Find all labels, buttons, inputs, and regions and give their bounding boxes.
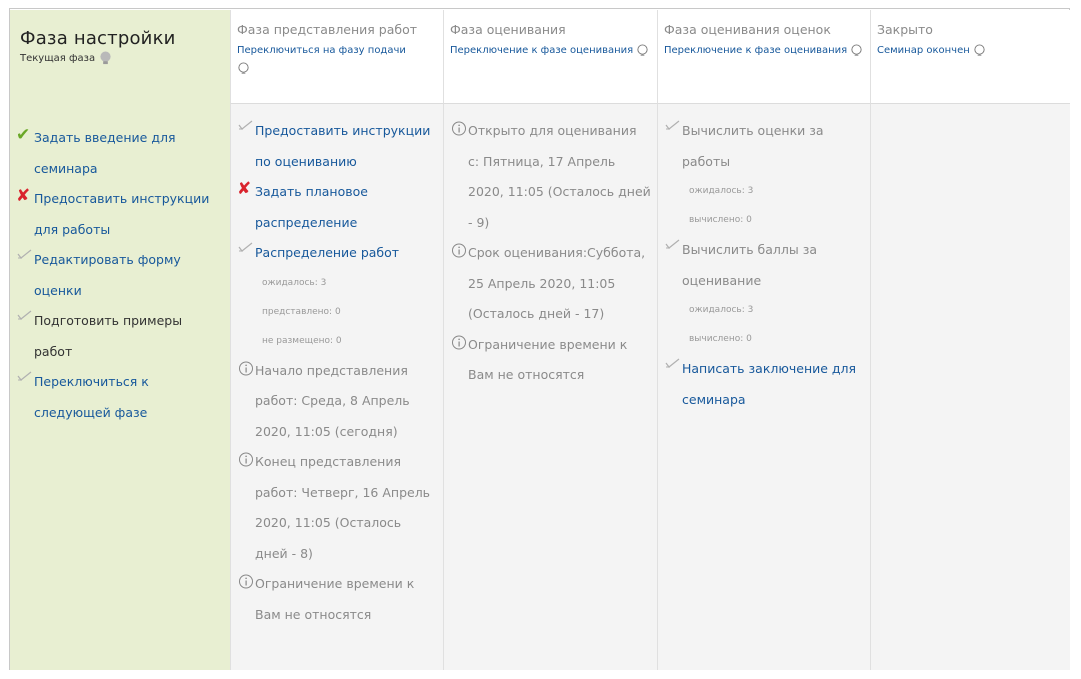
todo-check-icon [238, 120, 253, 130]
task-text: Вычислить баллы за оценивание [682, 242, 818, 288]
info-icon [452, 335, 466, 349]
info-item: Конец представления работ: Четверг, 16 А… [237, 447, 437, 569]
phase-title: Закрыто [877, 22, 933, 37]
checkmark-icon: ✔ [16, 125, 31, 145]
lightbulb-icon[interactable] [973, 43, 986, 57]
info-icon [452, 243, 466, 258]
task-item[interactable]: ✘ Задать плановое распределение [237, 177, 437, 238]
phase-evaluation: Фаза оценивания оценок Переключение к фа… [657, 10, 870, 670]
lightbulb-icon[interactable] [850, 43, 863, 57]
switch-phase-link[interactable]: Семинар окончен [877, 42, 1064, 60]
info-item: Срок оценивания:Суббота, 25 Апрель 2020,… [450, 238, 651, 330]
task-item[interactable]: Редактировать форму оценки [16, 245, 224, 306]
cross-icon: ✘ [237, 179, 252, 199]
todo-check-icon [17, 371, 32, 381]
todo-check-icon [665, 239, 680, 249]
phase-evaluation-tasks: Вычислить оценки за работы ожидалось: 3 … [657, 103, 870, 670]
todo-check-icon [238, 242, 253, 252]
info-text: Открыто для оценивания с: Пятница, 17 Ап… [468, 123, 651, 230]
phase-title: Фаза оценивания оценок [664, 22, 831, 37]
lightbulb-icon[interactable] [636, 43, 649, 57]
current-phase-row: Текущая фаза [20, 51, 224, 66]
task-detail: ожидалось: 3 [689, 186, 754, 196]
todo-check-icon [665, 358, 680, 368]
task-link[interactable]: Редактировать форму оценки [34, 245, 224, 306]
info-text: Срок оценивания:Суббота, 25 Апрель 2020,… [468, 245, 646, 321]
task-item[interactable]: ✔ Задать введение для семинара [16, 123, 224, 184]
task-text: Вычислить оценки за работы [682, 123, 824, 169]
phase-closed-header: Закрыто Семинар окончен [870, 10, 1070, 103]
switch-phase-label[interactable]: Переключение к фазе оценивания [664, 45, 847, 56]
todo-check-icon [665, 120, 680, 130]
phase-title: Фаза представления работ [237, 22, 418, 37]
phase-assessment-info: Открыто для оценивания с: Пятница, 17 Ап… [443, 103, 657, 670]
phase-closed: Закрыто Семинар окончен [870, 10, 1070, 670]
task-text: Подготовить примеры работ [34, 313, 183, 359]
task-detail: вычислено: 0 [689, 334, 752, 344]
task-detail: не размещено: 0 [262, 335, 342, 346]
switch-phase-label[interactable]: Семинар окончен [877, 45, 970, 56]
phase-assessment-header: Фаза оценивания Переключение к фазе оцен… [443, 10, 657, 103]
task-item[interactable]: ✘ Предоставить инструкции для работы [16, 184, 224, 245]
task-detail: ожидалось: 3 [262, 277, 327, 288]
task-item[interactable]: Распределение работ [237, 238, 437, 269]
cross-icon: ✘ [16, 186, 31, 206]
switch-phase-label[interactable]: Переключение к фазе оценивания [450, 45, 633, 56]
task-detail: представлено: 0 [262, 306, 341, 317]
switch-phase-link[interactable]: Переключение к фазе оценивания [664, 42, 864, 60]
info-text: Ограничение времени к Вам не относятся [468, 336, 628, 383]
info-text: Ограничение времени к Вам не относятся [255, 576, 415, 622]
task-item[interactable]: Предоставить инструкции по оцениванию [237, 116, 437, 177]
task-detail: вычислено: 0 [689, 215, 752, 225]
phase-closed-tasks [870, 103, 1070, 670]
phase-evaluation-header: Фаза оценивания оценок Переключение к фа… [657, 10, 870, 103]
task-link[interactable]: Задать введение для семинара [34, 123, 224, 184]
task-link[interactable]: Распределение работ [255, 238, 399, 269]
todo-check-icon [17, 249, 32, 259]
phase-submission-tasks: Предоставить инструкции по оцениванию ✘ … [230, 103, 443, 670]
info-item: Открыто для оценивания с: Пятница, 17 Ап… [450, 116, 651, 238]
switch-phase-link[interactable]: Переключиться на фазу подачи [237, 42, 437, 78]
task-detail: ожидалось: 3 [689, 305, 754, 315]
info-icon [239, 361, 253, 375]
info-item: Ограничение времени к Вам не относятся [450, 330, 651, 391]
info-icon [239, 574, 253, 589]
phase-title: Фаза оценивания [450, 22, 566, 37]
switch-phase-link[interactable]: Переключение к фазе оценивания [450, 42, 651, 60]
task-item: Вычислить оценки за работы [664, 116, 864, 177]
workshop-phases: Фаза настройки Текущая фаза ✔ Задать вве… [10, 10, 1070, 670]
phase-setup: Фаза настройки Текущая фаза ✔ Задать вве… [10, 10, 230, 670]
task-item[interactable]: Написать заключение для семинара [664, 354, 864, 415]
task-link[interactable]: Задать плановое распределение [255, 177, 437, 238]
current-phase-label: Текущая фаза [20, 53, 96, 64]
task-item[interactable]: Переключиться к следующей фазе [16, 367, 224, 428]
lightbulb-icon[interactable] [237, 61, 250, 75]
phase-assessment: Фаза оценивания Переключение к фазе оцен… [443, 10, 657, 670]
task-link[interactable]: Написать заключение для семинара [682, 354, 864, 415]
task-link[interactable]: Переключиться к следующей фазе [34, 367, 224, 428]
phase-submission: Фаза представления работ Переключиться н… [230, 10, 443, 670]
info-text: Начало представления работ: Среда, 8 Апр… [255, 362, 410, 439]
phase-setup-tasks: ✔ Задать введение для семинара ✘ Предост… [10, 103, 230, 670]
task-item: Вычислить баллы за оценивание [664, 235, 864, 296]
lightbulb-filled-icon [100, 51, 111, 65]
todo-check-icon [17, 310, 32, 320]
info-icon [452, 121, 466, 136]
task-link[interactable]: Предоставить инструкции для работы [34, 184, 224, 245]
info-item: Начало представления работ: Среда, 8 Апр… [237, 356, 437, 448]
info-icon [239, 452, 253, 467]
phase-submission-header: Фаза представления работ Переключиться н… [230, 10, 443, 103]
switch-phase-label[interactable]: Переключиться на фазу подачи [237, 45, 406, 56]
task-link[interactable]: Предоставить инструкции по оцениванию [255, 116, 437, 177]
phase-title: Фаза настройки [20, 28, 176, 49]
phase-setup-header: Фаза настройки Текущая фаза [10, 10, 230, 103]
info-item: Ограничение времени к Вам не относятся [237, 569, 437, 630]
info-text: Конец представления работ: Четверг, 16 А… [255, 454, 431, 561]
task-item: Подготовить примеры работ [16, 306, 224, 367]
